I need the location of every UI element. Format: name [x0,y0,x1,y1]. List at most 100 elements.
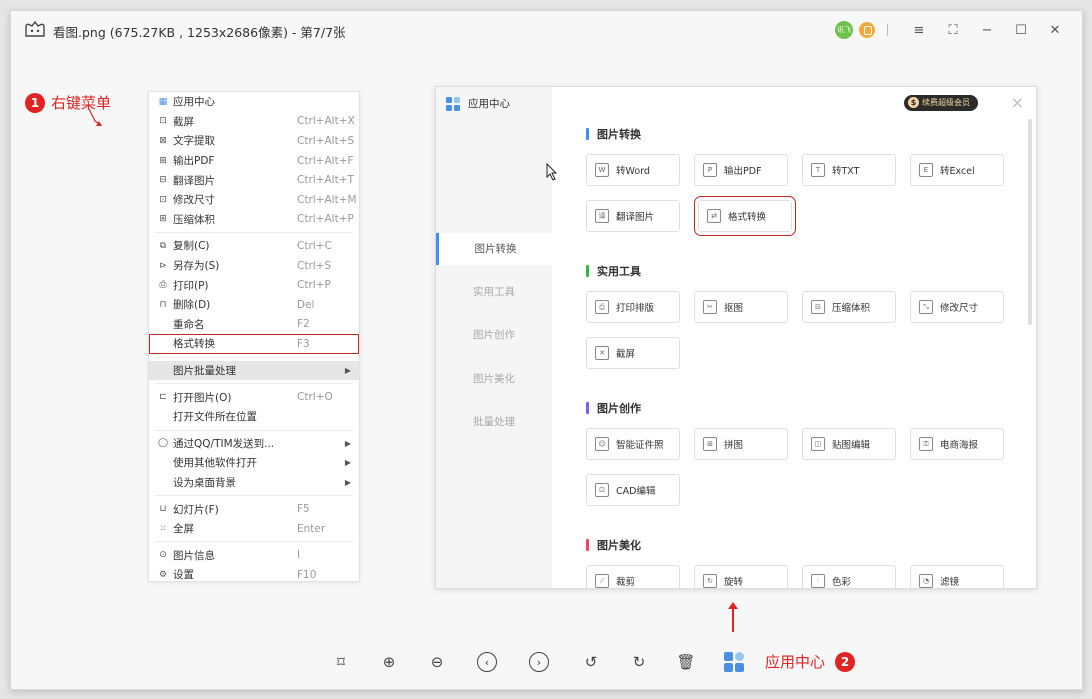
tab-batch[interactable]: 批量处理 [436,406,552,438]
vip-icon[interactable] [859,22,875,38]
tool-compress[interactable]: ⊟ 压缩体积 [802,291,896,323]
print-icon: ⎙ [159,280,167,291]
menu-item-copy[interactable]: ⧉ 复制(C) Ctrl+C [149,236,359,256]
tool-crop[interactable]: ⟋ 裁剪 [586,565,680,588]
scrollbar[interactable] [1028,119,1032,325]
tab-image-create[interactable]: 图片创作 [436,319,552,351]
menu-button[interactable]: ≡ [902,20,936,40]
section-title: 实用工具 [586,263,641,279]
user-avatar[interactable]: 讯飞 [835,21,853,39]
menu-item-resize[interactable]: ⊡ 修改尺寸 Ctrl+Alt+M [149,190,359,210]
zoom-in-button[interactable]: ⊕ [379,652,399,672]
tool-to-excel[interactable]: E 转Excel [910,154,1004,186]
menu-item-label: 翻译图片 [173,174,215,187]
menu-item-open[interactable]: ⊏ 打开图片(O) Ctrl+O [149,387,359,407]
section-title: 图片美化 [586,537,641,553]
menu-item-save-as[interactable]: ⊳ 另存为(S) Ctrl+S [149,256,359,276]
delete-button[interactable]: 🗑 [676,652,696,672]
zoom-out-button[interactable]: ⊖ [427,652,447,672]
tab-image-beautify[interactable]: 图片美化 [436,363,552,395]
tool-collage[interactable]: ⊞ 拼图 [694,428,788,460]
tool-to-txt[interactable]: T 转TXT [802,154,896,186]
menu-separator [155,541,353,543]
menu-item-print[interactable]: ⎙ 打印(P) Ctrl+P [149,275,359,295]
menu-item-format-convert[interactable]: 格式转换 F3 [149,334,359,354]
menu-item-label: 图片批量处理 [173,365,236,378]
menu-item-slideshow[interactable]: ⊔ 幻灯片(F) F5 [149,499,359,519]
tool-ecommerce-poster[interactable]: ⚿ 电商海报 [910,428,1004,460]
app-center-header: 应用中心 [446,96,510,111]
menu-item-shortcut: Enter [297,522,326,535]
menu-item-label: 通过QQ/TIM发送到... [173,437,275,450]
menu-item-image-info[interactable]: ⊙ 图片信息 I [149,545,359,565]
tool-to-word[interactable]: W 转Word [586,154,680,186]
close-icon[interactable]: × [1011,93,1024,112]
rotate-left-button[interactable]: ↺ [581,652,601,672]
trash-icon: ⊓ [159,299,167,310]
tool-id-photo[interactable]: ☺ 智能证件照 [586,428,680,460]
tool-screenshot[interactable]: ✕ 截屏 [586,337,680,369]
tool-translate[interactable]: 译翻译图片 [586,200,680,232]
menu-item-shortcut: Ctrl+O [297,391,333,404]
gear-icon: ⚙ [158,569,168,580]
menu-item-fullscreen[interactable]: ⁙ 全屏 Enter [149,519,359,539]
menu-item-open-with[interactable]: 使用其他软件打开 ▶ [149,453,359,473]
menu-item-shortcut: Ctrl+Alt+P [297,213,354,226]
tool-color[interactable]: ⫶ 色彩 [802,565,896,588]
menu-item-app-center[interactable]: ▦ 应用中心 [149,92,359,112]
print-icon: ⎙ [595,300,609,314]
tool-filter[interactable]: ◔ 滤镜 [910,565,1004,588]
tool-sticker-edit[interactable]: ◫ 贴图编辑 [802,428,896,460]
menu-item-label: 文字提取 [173,135,215,148]
fullscreen-button[interactable]: ⛶ [936,20,970,40]
close-button[interactable]: ✕ [1038,20,1072,40]
annotation-arrow-icon [728,602,738,632]
menu-item-screenshot[interactable]: ⊡ 截屏 Ctrl+Alt+X [149,112,359,132]
app-center-title: 应用中心 [468,98,510,110]
app-center-button[interactable] [724,652,744,672]
menu-item-label: 设置 [173,569,194,582]
tab-image-convert[interactable]: 图片转换 [436,233,552,265]
menu-item-translate[interactable]: ⊟ 翻译图片 Ctrl+Alt+T [149,170,359,190]
qq-icon: ◯ [157,438,169,449]
menu-item-batch-process[interactable]: 图片批量处理 ▶ [149,360,359,381]
tool-format-convert[interactable]: ⇄ 格式转换 [694,196,796,236]
title-bar: 看图.png (675.27KB , 1253x2686像素) - 第7/7张 … [11,11,1082,49]
menu-item-send-qq[interactable]: ◯ 通过QQ/TIM发送到... ▶ [149,434,359,454]
menu-item-shortcut: Ctrl+Alt+F [297,154,354,167]
menu-item-compress[interactable]: ⊞ 压缩体积 Ctrl+Alt+P [149,210,359,230]
tool-export-pdf[interactable]: P 输出PDF [694,154,788,186]
vip-renew-button[interactable]: 续费超级会员 [904,95,978,111]
previous-button[interactable]: ‹ [477,652,497,672]
excel-icon: E [919,163,933,177]
minimize-button[interactable]: − [970,20,1004,40]
menu-item-export-pdf[interactable]: ⊞ 输出PDF Ctrl+Alt+F [149,151,359,171]
tool-rotate[interactable]: ↻ 旋转 [694,565,788,588]
resize-icon: ⊡ [159,194,167,205]
menu-item-open-location[interactable]: 打开文件所在位置 [149,407,359,427]
context-menu: ▦ 应用中心 ⊡ 截屏 Ctrl+Alt+X ⊠ 文字提取 Ctrl+Alt+S ⊞ 输出P… [148,91,360,582]
menu-item-delete[interactable]: ⊓ 删除(D) Del [149,295,359,315]
menu-item-label: 幻灯片(F) [173,503,219,516]
tab-utilities[interactable]: 实用工具 [436,276,552,308]
menu-item-rename[interactable]: 重命名 F2 [149,315,359,335]
maximize-button[interactable]: ☐ [1004,20,1038,40]
actual-size-button[interactable]: ⌑ [331,652,351,672]
menu-item-label: 删除(D) [173,299,211,312]
rotate-right-button[interactable]: ↻ [629,652,649,672]
menu-item-label: 全屏 [173,523,194,536]
section-bar [586,539,589,551]
tool-resize[interactable]: ⤡ 修改尺寸 [910,291,1004,323]
menu-item-set-wallpaper[interactable]: 设为桌面背景 ▶ [149,473,359,493]
translate-icon: ⊟ [159,175,167,186]
tool-cad-edit[interactable]: ⊡ CAD编辑 [586,474,680,506]
menu-item-label: 修改尺寸 [173,194,215,207]
tool-cutout[interactable]: ✂ 抠图 [694,291,788,323]
section-bar [586,128,589,140]
menu-item-settings[interactable]: ⚙ 设置 F10 [149,565,359,585]
menu-item-ocr[interactable]: ⊠ 文字提取 Ctrl+Alt+S [149,131,359,151]
cutout-icon: ✂ [703,300,717,314]
tool-print-layout[interactable]: ⎙ 打印排版 [586,291,680,323]
next-button[interactable]: › [529,652,549,672]
menu-item-label: 另存为(S) [173,260,220,273]
